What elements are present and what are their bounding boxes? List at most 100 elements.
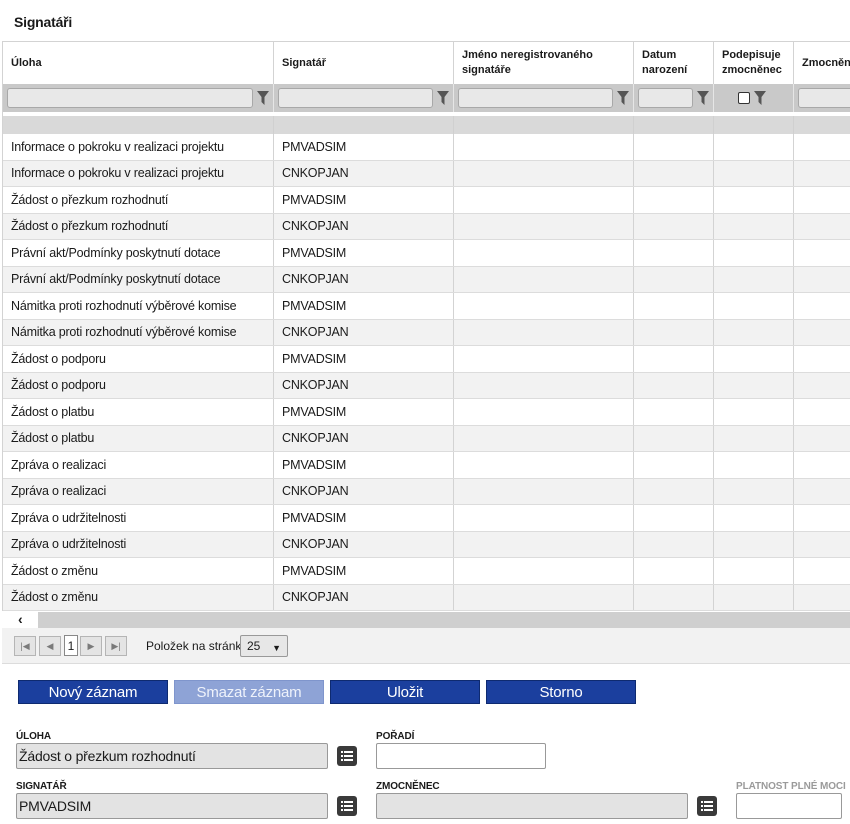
table-row[interactable]: Žádost o platbu PMVADSIM [3,399,850,426]
filter-icon[interactable] [697,91,709,105]
table-row[interactable]: Informace o pokroku v realizaci projektu… [3,134,850,161]
filter-input-uloha[interactable] [7,88,253,108]
cell-signatar: PMVADSIM [274,558,454,584]
cell-birth-date [634,505,714,531]
filter-input-birth-date[interactable] [638,88,693,108]
per-page-label: Položek na stránku [146,639,249,653]
last-page-icon[interactable]: ▶| [105,636,127,656]
cell-signs-proxy [714,425,794,451]
table-row[interactable]: Námitka proti rozhodnutí výběrové komise… [3,319,850,346]
first-page-icon[interactable]: |◀ [14,636,36,656]
column-header-signatar[interactable]: Signatář [274,42,454,84]
cell-signatar: PMVADSIM [274,293,454,319]
column-header-uloha[interactable]: Úloha [3,42,274,84]
cell-signs-proxy [714,134,794,160]
cell-proxy [794,399,850,425]
table-row[interactable]: Zpráva o udržitelnosti CNKOPJAN [3,531,850,558]
pager: |◀ ◀ 1 ▶ ▶| Položek na stránku 25 ▼ [2,628,850,664]
table-row[interactable]: Informace o pokroku v realizaci projektu… [3,160,850,187]
cell-birth-date [634,134,714,160]
table-row[interactable]: Právní akt/Podmínky poskytnutí dotace PMV… [3,240,850,267]
section-title: Signatáři [14,14,73,30]
table-row[interactable]: Žádost o podporu PMVADSIM [3,346,850,373]
current-page[interactable]: 1 [64,635,78,656]
cell-uloha: Námitka proti rozhodnutí výběrové komise [3,319,274,345]
table-row[interactable]: Zpráva o realizaci PMVADSIM [3,452,850,479]
cell-signatar: CNKOPJAN [274,160,454,186]
filter-icon[interactable] [437,91,449,105]
cell-signatar: PMVADSIM [274,452,454,478]
cell-birth-date [634,478,714,504]
filter-input-proxy[interactable] [798,88,850,108]
table-row[interactable]: Zpráva o realizaci CNKOPJAN [3,478,850,505]
chevron-down-icon: ▼ [272,643,281,653]
next-page-icon[interactable]: ▶ [80,636,102,656]
cell-uloha: Zpráva o realizaci [3,478,274,504]
table-row[interactable]: Zpráva o udržitelnosti PMVADSIM [3,505,850,532]
delete-record-button[interactable]: Smazat záznam [174,680,324,704]
uloha-field[interactable]: Žádost o přezkum rozhodnutí [16,743,328,769]
list-icon[interactable] [337,796,357,816]
list-icon[interactable] [697,796,717,816]
cell-signatar: CNKOPJAN [274,425,454,451]
cell-uloha: Žádost o přezkum rozhodnutí [3,187,274,213]
cell-unregistered-name [454,425,634,451]
filter-input-unregistered-name[interactable] [458,88,613,108]
filter-cell-uloha [3,84,274,112]
per-page-select[interactable]: 25 ▼ [240,635,288,657]
save-button[interactable]: Uložit [330,680,480,704]
filter-checkbox[interactable] [738,92,750,104]
cell-unregistered-name [454,505,634,531]
cell-uloha: Informace o pokroku v realizaci projektu [3,160,274,186]
zmocnenec-field[interactable] [376,793,688,819]
cell-uloha: Zpráva o udržitelnosti [3,531,274,557]
cell-signatar: CNKOPJAN [274,213,454,239]
signatar-label: SIGNATÁŘ [16,781,67,792]
cell-proxy [794,426,850,452]
column-header-unregistered-name[interactable]: Jméno neregistrovaného signatáře [454,42,634,84]
table-row[interactable]: Žádost o platbu CNKOPJAN [3,425,850,452]
cell-signatar: CNKOPJAN [274,531,454,557]
cell-proxy [794,558,850,584]
platnost-field[interactable] [736,793,842,819]
cell-uloha: Žádost o podporu [3,372,274,398]
cell-signatar: CNKOPJAN [274,372,454,398]
table-row[interactable]: Žádost o přezkum rozhodnutí PMVADSIM [3,187,850,214]
table-row[interactable]: Právní akt/Podmínky poskytnutí dotace CNK… [3,266,850,293]
table-row[interactable]: Námitka proti rozhodnutí výběrové komise… [3,293,850,320]
cell-proxy [794,532,850,558]
cell-signs-proxy [714,319,794,345]
cell-unregistered-name [454,213,634,239]
cell-unregistered-name [454,240,634,266]
column-header-birth-date[interactable]: Datum narození [634,42,714,84]
filter-cell-signs-proxy [714,84,794,112]
column-header-signs-proxy[interactable]: Podepisuje zmocněnec [714,42,794,84]
cell-unregistered-name [454,134,634,160]
filter-cell-signatar [274,84,454,112]
cell-birth-date [634,399,714,425]
poradi-field[interactable] [376,743,546,769]
cell-birth-date [634,213,714,239]
cell-proxy [794,161,850,187]
prev-page-icon[interactable]: ◀ [39,636,61,656]
table-row[interactable]: Žádost o změnu CNKOPJAN [3,584,850,611]
cancel-button[interactable]: Storno [486,680,636,704]
filter-icon[interactable] [754,91,766,105]
table-row[interactable]: Žádost o podporu CNKOPJAN [3,372,850,399]
cell-uloha: Zpráva o udržitelnosti [3,505,274,531]
filter-input-signatar[interactable] [278,88,433,108]
new-record-button[interactable]: Nový záznam [18,680,168,704]
filter-icon[interactable] [257,91,269,105]
list-icon[interactable] [337,746,357,766]
horizontal-scrollbar[interactable]: ‹ [2,612,850,628]
cell-signs-proxy [714,558,794,584]
cell-uloha: Žádost o změnu [3,584,274,610]
column-header-proxy[interactable]: Zmocněnec [794,42,850,84]
table-row[interactable]: Žádost o přezkum rozhodnutí CNKOPJAN [3,213,850,240]
cell-unregistered-name [454,478,634,504]
signatar-field[interactable]: PMVADSIM [16,793,328,819]
scroll-left-icon[interactable]: ‹ [2,612,38,628]
table-row[interactable]: Žádost o změnu PMVADSIM [3,558,850,585]
filter-icon[interactable] [617,91,629,105]
cell-proxy [794,240,850,266]
